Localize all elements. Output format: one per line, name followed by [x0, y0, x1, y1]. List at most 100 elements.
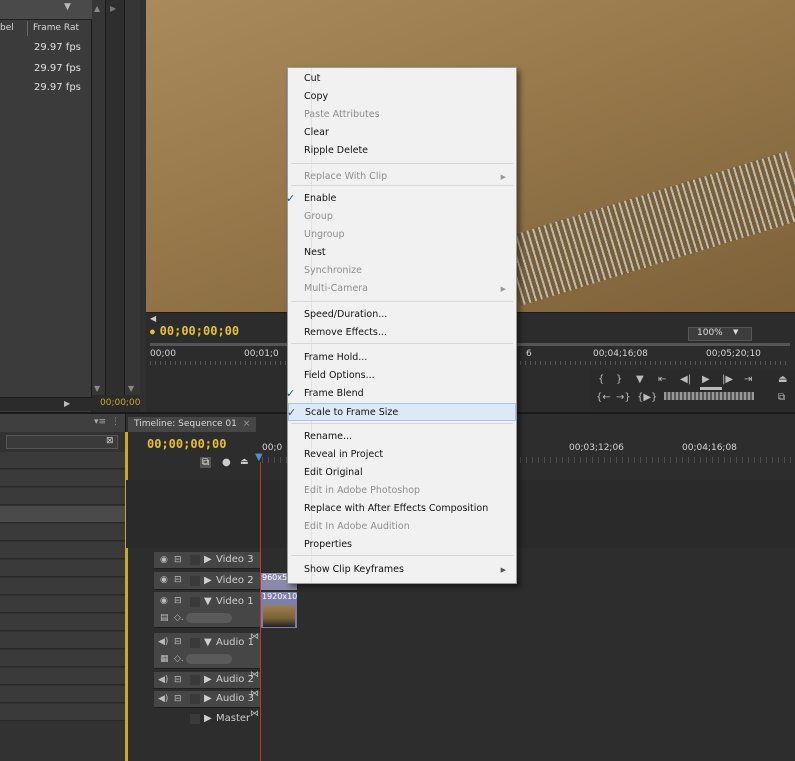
eye-icon[interactable]: ◉ [160, 555, 168, 565]
keyframe-navigator[interactable] [186, 613, 232, 623]
shuttle-slider[interactable] [700, 387, 722, 390]
scroll-up-icon[interactable]: ▲ [94, 4, 100, 13]
list-item[interactable] [0, 542, 125, 559]
list-item[interactable] [0, 668, 125, 685]
collapse-arrow-icon[interactable]: ◀ [150, 314, 156, 323]
zoom-select[interactable]: 100% ▼ [688, 327, 752, 341]
sync-lock-icon[interactable]: ⊟ [174, 675, 182, 685]
list-item[interactable] [0, 524, 125, 541]
menu-item-multi-camera[interactable]: Multi-Camera ▶ [288, 280, 516, 298]
track-lock-toggle[interactable] [190, 714, 200, 724]
list-item[interactable] [0, 488, 125, 505]
track-lock-toggle[interactable] [190, 597, 200, 607]
display-style-icon[interactable]: ▤ [160, 613, 169, 623]
track-audio-3[interactable]: ◀) ⊟ ▶ Audio 3 [154, 691, 260, 708]
menu-item-edit-original[interactable]: Edit Original [288, 464, 516, 482]
sync-lock-icon[interactable]: ⊟ [174, 555, 182, 565]
timeline-timecode[interactable]: 00;00;00;00 [147, 437, 226, 451]
source-timecode[interactable]: 00;00;00 [100, 398, 140, 408]
track-expand-icon[interactable]: ▶ [204, 713, 212, 724]
go-to-out-point-icon[interactable]: →} [616, 392, 631, 403]
list-item[interactable] [0, 452, 125, 469]
list-item[interactable] [0, 506, 125, 523]
snap-icon[interactable]: ⧉ [200, 457, 212, 468]
menu-item-cut[interactable]: Cut [288, 70, 516, 88]
track-video-3[interactable]: ◉ ⊟ ▶ Video 3 [154, 552, 260, 569]
sync-lock-icon[interactable]: ⊟ [174, 694, 182, 704]
menu-item-scale-to-frame-size[interactable]: ✓ Scale to Frame Size [287, 403, 516, 421]
list-item[interactable] [0, 614, 125, 631]
track-lock-toggle[interactable] [190, 675, 200, 685]
sync-lock-icon[interactable]: ⊟ [174, 637, 182, 647]
track-video-2[interactable]: ◉ ⊟ ▶ Video 2 [154, 572, 260, 590]
menu-item-enable[interactable]: ✓ Enable [286, 190, 516, 208]
tab-timeline[interactable]: Timeline: Sequence 01 × [128, 417, 257, 432]
list-item[interactable] [0, 596, 125, 613]
list-item[interactable] [0, 578, 125, 595]
close-icon[interactable]: × [243, 419, 251, 429]
menu-item-copy[interactable]: Copy [288, 88, 516, 106]
step-back-icon[interactable]: ◀| [680, 374, 691, 385]
playhead-handle-icon[interactable]: ▼ [255, 452, 263, 463]
panel-menu-icon[interactable]: ▾≡ [94, 417, 106, 427]
speaker-icon[interactable]: ◀) [158, 694, 168, 704]
menu-item-ripple-delete[interactable]: Ripple Delete [288, 142, 516, 160]
track-lock-toggle[interactable] [190, 555, 200, 565]
play-in-to-out-icon[interactable]: {▶} [637, 392, 657, 403]
dropdown-arrow-icon[interactable]: ▼ [64, 2, 71, 12]
menu-item-remove-effects[interactable]: Remove Effects... [288, 324, 516, 342]
marker-icon[interactable]: ▼ [636, 374, 644, 385]
list-item[interactable] [0, 704, 125, 721]
track-collapse-icon[interactable]: ▼ [204, 637, 212, 648]
mark-in-icon[interactable]: { [598, 374, 604, 385]
list-item[interactable] [0, 560, 125, 577]
column-label[interactable]: bel [0, 23, 14, 33]
column-frame-rate[interactable]: Frame Rat [33, 23, 79, 33]
menu-item-field-options[interactable]: Field Options... [288, 367, 516, 385]
track-expand-icon[interactable]: ▶ [204, 674, 212, 685]
marker-icon[interactable]: ● [222, 457, 231, 468]
menu-item-frame-blend[interactable]: ✓ Frame Blend [286, 385, 516, 403]
play-icon[interactable]: ▶ [702, 374, 710, 385]
menu-item-group[interactable]: Group [288, 208, 516, 226]
track-expand-icon[interactable]: ▶ [204, 693, 212, 704]
sync-lock-icon[interactable]: ⊟ [174, 575, 182, 585]
menu-item-edit-in-adobe-photoshop[interactable]: Edit in Adobe Photoshop [288, 482, 516, 500]
list-item[interactable] [0, 470, 125, 487]
column-divider[interactable] [27, 21, 28, 36]
keyframe-icon[interactable]: ◇. [174, 654, 184, 664]
sync-lock-icon[interactable]: ⊟ [174, 596, 182, 606]
scroll-down-icon[interactable]: ▼ [128, 384, 134, 393]
track-lock-toggle[interactable] [190, 576, 200, 586]
track-expand-icon[interactable]: ▶ [204, 554, 212, 565]
project-scrollbar[interactable]: ▶ [0, 397, 92, 411]
mark-out-icon[interactable]: } [616, 374, 622, 385]
track-audio-1[interactable]: ◀) ⊟ ▼ Audio 1 ▦ ◇. [154, 633, 260, 669]
menu-item-speed-duration[interactable]: Speed/Duration... [288, 306, 516, 324]
menu-item-replace-with-clip[interactable]: Replace With Clip ▶ [288, 168, 516, 186]
track-video-1[interactable]: ◉ ⊟ ▼ Video 1 ▤ ◇. [154, 592, 260, 628]
track-lock-toggle[interactable] [190, 694, 200, 704]
step-forward-icon[interactable]: |▶ [722, 374, 733, 385]
set-marker-icon[interactable]: ⏏ [240, 457, 249, 467]
menu-item-rename[interactable]: Rename... [288, 428, 516, 446]
keyframe-icon[interactable]: ◇. [174, 613, 184, 623]
list-item[interactable] [0, 686, 125, 703]
track-lock-toggle[interactable] [190, 638, 200, 648]
scroll-right-icon[interactable]: ▶ [64, 399, 70, 408]
menu-item-replace-with-after-effects-composition[interactable]: Replace with After Effects Composition [288, 500, 516, 518]
clear-icon[interactable]: ⊠ [106, 436, 114, 446]
track-master[interactable]: ▶ Master [154, 711, 260, 728]
menu-item-paste-attributes[interactable]: Paste Attributes [288, 106, 516, 124]
track-audio-2[interactable]: ◀) ⊟ ▶ Audio 2 [154, 672, 260, 689]
jog-shuttle[interactable] [664, 392, 754, 400]
menu-item-show-clip-keyframes[interactable]: Show Clip Keyframes ▶ [288, 561, 516, 579]
keyframe-navigator[interactable] [186, 654, 232, 664]
menu-item-synchronize[interactable]: Synchronize [288, 262, 516, 280]
menu-item-edit-in-adobe-audition[interactable]: Edit In Adobe Audition [288, 518, 516, 536]
effects-search-input[interactable]: ⊠ [6, 435, 118, 449]
list-item[interactable] [0, 632, 125, 649]
menu-item-ungroup[interactable]: Ungroup [288, 226, 516, 244]
lift-icon[interactable]: ⏏ [778, 374, 787, 385]
playhead[interactable] [260, 462, 261, 761]
